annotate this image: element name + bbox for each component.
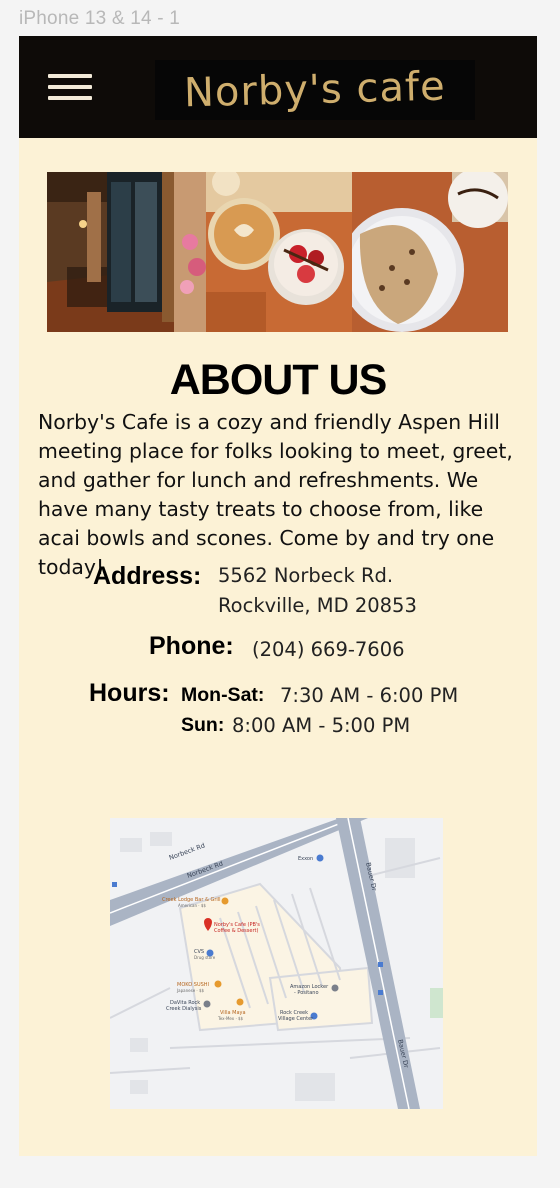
scone-photo — [352, 172, 508, 332]
place-sub: Coffee & Dessert) — [214, 928, 258, 934]
phone-label: Phone: — [149, 632, 234, 660]
place-sub: Creek Dialysis — [166, 1006, 202, 1012]
place-sub: Drug store — [194, 955, 216, 960]
phone-screen: Norby's cafe ABOUT US Norby's Cafe is a … — [19, 36, 537, 1156]
place-sub: Village Center — [278, 1016, 314, 1022]
hours-time: 7:30 AM - 6:00 PM — [280, 684, 459, 707]
hours-time: 8:00 AM - 5:00 PM — [232, 714, 411, 737]
place-sub: Japanese · $$ — [176, 988, 205, 993]
frame-label: iPhone 13 & 14 - 1 — [19, 8, 180, 29]
cafe-interior-photo — [47, 172, 206, 332]
place-sub: American · $$ — [178, 903, 206, 908]
about-title: ABOUT US — [169, 356, 388, 404]
site-header: Norby's cafe — [19, 36, 537, 138]
map-graphic: Norbeck Rd Norbeck Rd Bauer Dr Bauer Dr … — [110, 818, 443, 1109]
hero-photo-strip — [47, 172, 508, 332]
hours-label: Hours: — [89, 679, 170, 707]
place-sub: Tex-Mex · $$ — [217, 1016, 244, 1021]
address-label: Address: — [93, 562, 202, 590]
phone-value[interactable]: (204) 669-7606 — [252, 635, 405, 664]
hours-day: Sun: — [181, 714, 225, 736]
hamburger-menu-icon[interactable] — [48, 74, 92, 100]
location-map[interactable]: Norbeck Rd Norbeck Rd Bauer Dr Bauer Dr … — [110, 818, 443, 1109]
about-description: Norby's Cafe is a cozy and friendly Aspe… — [38, 410, 513, 579]
place-sub: - Positano — [294, 990, 319, 996]
hours-day: Mon-Sat: — [181, 684, 265, 706]
coffee-and-acai-photo — [206, 172, 352, 332]
place-name: Exxon — [298, 856, 313, 862]
logo-text: Norby's cafe — [183, 63, 447, 117]
address-line2: Rockville, MD 20853 — [218, 594, 417, 617]
site-logo[interactable]: Norby's cafe — [155, 60, 475, 120]
address-line1: 5562 Norbeck Rd. — [218, 564, 394, 587]
